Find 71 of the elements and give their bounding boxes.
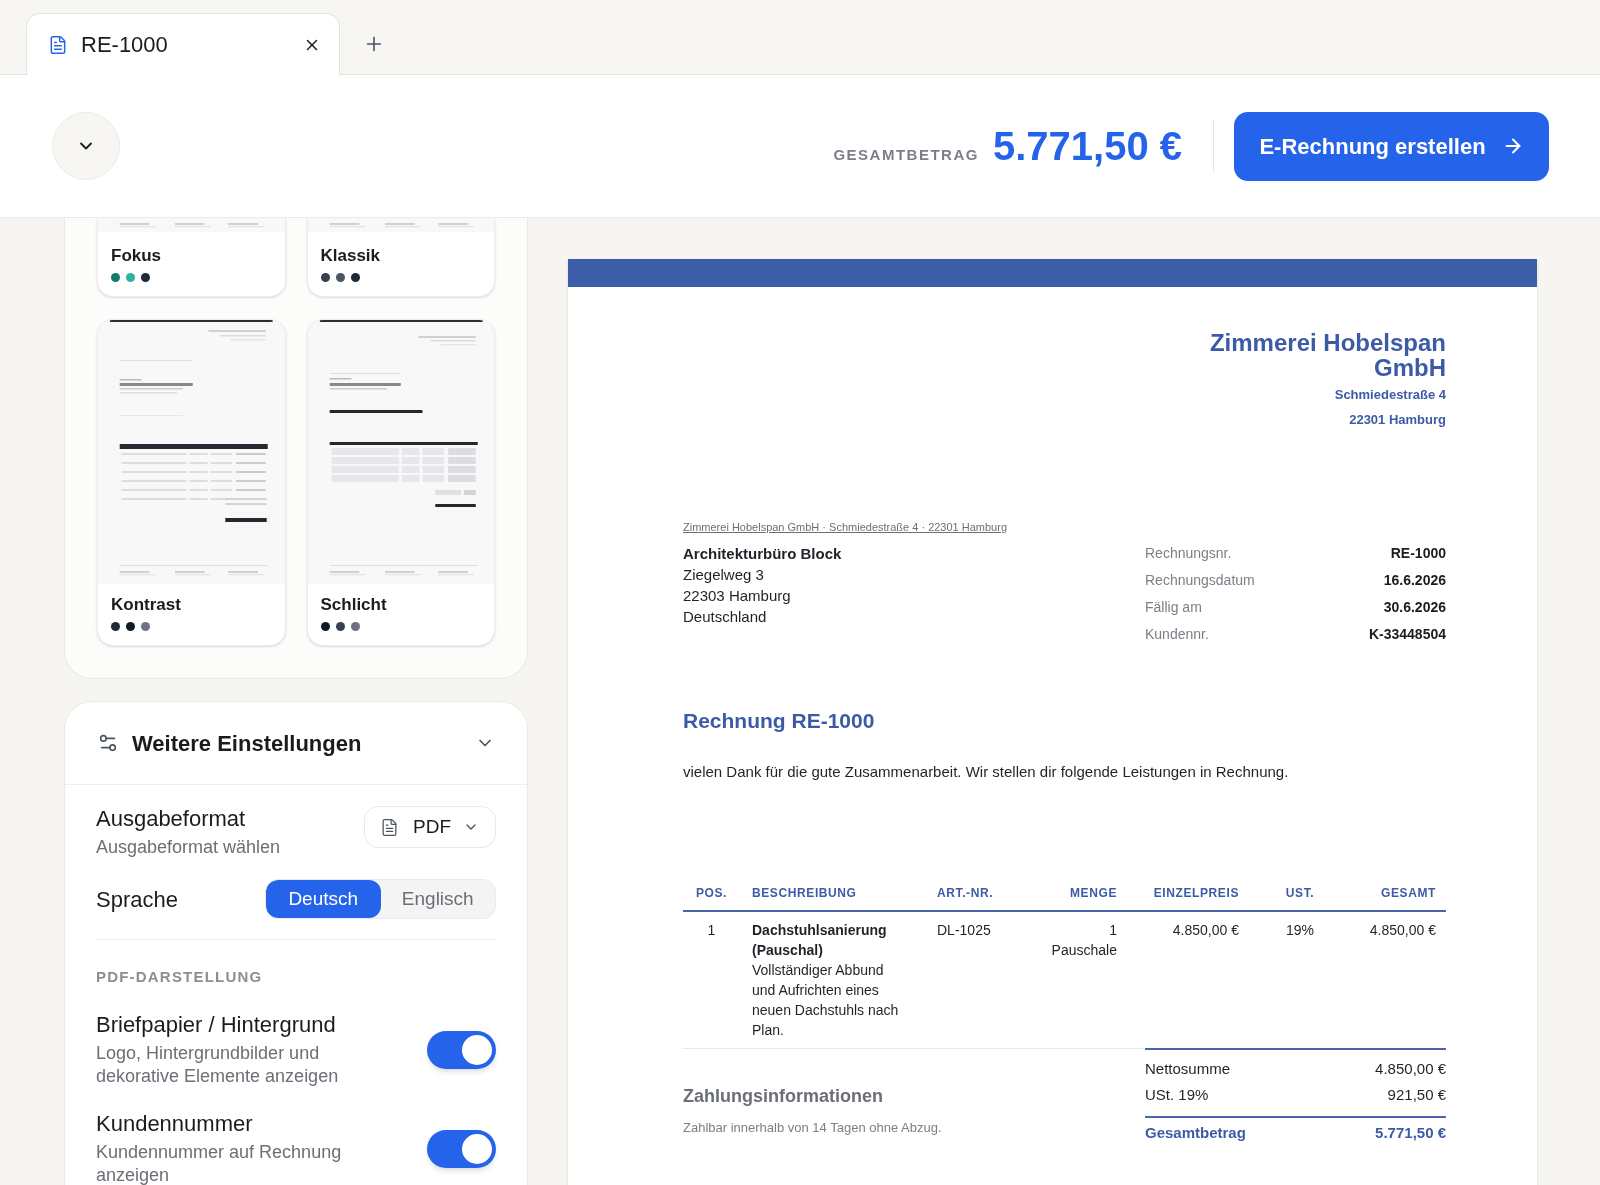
setting-label: Kundennummer xyxy=(96,1110,254,1138)
meta-label: Kundennr. xyxy=(1145,625,1209,644)
totals-value: 4.850,00 € xyxy=(1375,1058,1446,1079)
payment-text: Zahlbar innerhalb von 14 Tagen ohne Abzug. xyxy=(683,1119,942,1137)
company-name: Zimmerei Hobelspan GmbH xyxy=(1208,330,1446,380)
create-invoice-button[interactable]: E-Rechnung erstellen xyxy=(1234,111,1549,181)
template-name: Klassik xyxy=(320,245,382,267)
document-icon xyxy=(48,34,68,55)
recipient-address: 22303 Hamburg xyxy=(683,586,791,606)
template-card[interactable]: Schlicht xyxy=(306,319,495,646)
meta-value: K-33448504 xyxy=(1368,625,1446,644)
table-cell-text: 1 xyxy=(1109,921,1117,940)
template-card[interactable]: Klassik xyxy=(306,218,495,297)
table-cell: 4.850,00 € xyxy=(1172,922,1239,938)
settings-title: Weitere Einstellungen xyxy=(132,729,363,758)
table-cell-text: Pauschale xyxy=(1051,941,1117,960)
language-option[interactable]: Englisch xyxy=(380,880,495,918)
language-option[interactable]: Deutsch xyxy=(266,880,381,918)
recipient-name: Architekturbüro Block xyxy=(683,544,842,564)
setting-description: Logo, Hintergrundbilder und dekorative Elemente anzeigen xyxy=(96,1042,340,1088)
totals-label: Nettosumme xyxy=(1145,1058,1231,1079)
meta-label: Fällig am xyxy=(1145,598,1202,617)
invoice-title: Rechnung RE-1000 xyxy=(683,708,875,734)
recipient-address: Deutschland xyxy=(683,607,767,627)
table-cell: 1 xyxy=(707,922,716,938)
payment-title: Zahlungsinformationen xyxy=(683,1085,883,1108)
setting-label: Ausgabeformat xyxy=(96,805,247,833)
template-name: Kontrast xyxy=(111,594,182,616)
item-description: Vollständiger Abbund und Aufrichten eines neuen Dachstuhls nach Plan. xyxy=(752,961,900,1040)
template-name: Fokus xyxy=(111,245,163,267)
company-address: 22301 Hamburg xyxy=(1349,411,1446,429)
column-header: BESCHREIBUNG xyxy=(752,886,857,900)
totals-label: Gesamtbetrag xyxy=(1145,1122,1246,1143)
column-header: GESAMT xyxy=(1381,886,1436,900)
meta-value: 16.6.2026 xyxy=(1383,571,1446,590)
toggle-switch[interactable] xyxy=(427,1129,496,1168)
totals-value: 921,50 € xyxy=(1387,1084,1446,1105)
column-header: MENGE xyxy=(1070,886,1117,900)
section-title: PDF-DARSTELLUNG xyxy=(96,967,264,987)
template-card[interactable]: Kontrast xyxy=(97,319,286,646)
company-address: Schmiedestraße 4 xyxy=(1334,386,1446,404)
return-address: Zimmerei Hobelspan GmbH · Schmiedestraße 4 · 22301 Hamburg xyxy=(683,520,1008,534)
toggle-switch[interactable] xyxy=(427,1030,496,1069)
meta-label: Rechnungsnr. xyxy=(1145,544,1232,563)
sliders-icon xyxy=(97,732,119,754)
setting-hint: Ausgabeformat wählen xyxy=(96,836,281,859)
template-card[interactable]: Fokus xyxy=(97,218,286,297)
meta-value: RE-1000 xyxy=(1390,544,1446,563)
totals-value: 5.771,50 € xyxy=(1375,1122,1446,1143)
total-label: GESAMTBETRAG xyxy=(833,145,979,165)
table-cell: DL-1025 xyxy=(937,922,991,938)
table-cell: 19% xyxy=(1286,922,1314,938)
total-amount: 5.771,50 € xyxy=(992,123,1182,170)
template-name: Schlicht xyxy=(320,594,388,616)
meta-value: 30.6.2026 xyxy=(1383,598,1446,617)
table-cell: 4.850,00 € xyxy=(1369,922,1436,938)
format-dropdown[interactable]: PDF xyxy=(364,806,496,848)
column-header: POS. xyxy=(695,886,728,900)
setting-label: Sprache xyxy=(96,885,178,914)
intro-text: vielen Dank für die gute Zusammenarbeit. Wir stellen dir folgende Leistungen in Rechnung. xyxy=(683,762,1289,782)
document-icon xyxy=(380,817,399,837)
meta-label: Rechnungsdatum xyxy=(1145,571,1255,590)
recipient-address: Ziegelweg 3 xyxy=(683,565,764,585)
item-title: Dachstuhlsanierung (Pauschal) xyxy=(752,921,888,960)
setting-label: Briefpapier / Hintergrund xyxy=(96,1011,337,1039)
column-header: ART.-NR. xyxy=(937,886,994,900)
totals-label: USt. 19% xyxy=(1145,1084,1209,1105)
column-header: EINZELPREIS xyxy=(1153,886,1239,900)
document-tab[interactable]: RE-1000 xyxy=(26,13,340,75)
column-header: UST. xyxy=(1285,886,1315,900)
setting-description: Kundennummer auf Rechnung anzeigen xyxy=(96,1141,343,1185)
